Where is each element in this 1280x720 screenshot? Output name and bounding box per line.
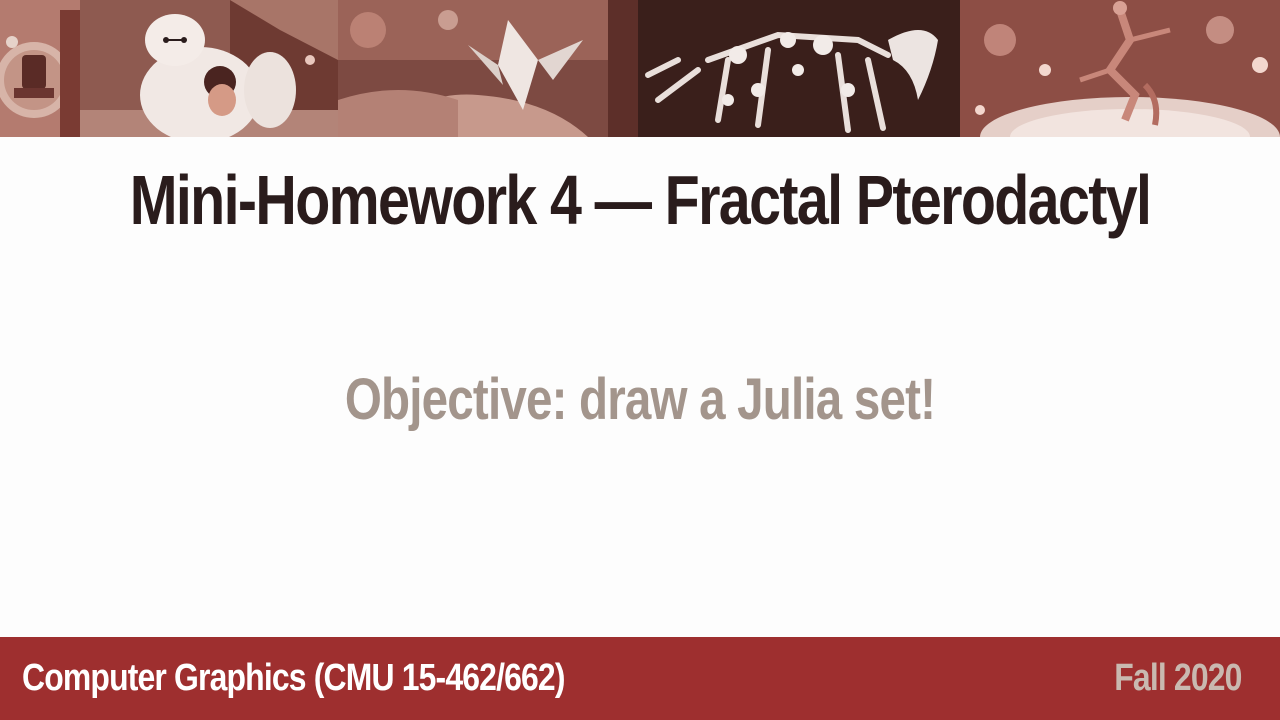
footer-term: Fall 2020 bbox=[1114, 657, 1243, 699]
banner-photo-mechanical-pterodactyl bbox=[638, 0, 960, 137]
header-photo-banner bbox=[0, 0, 1280, 137]
footer-bar: Computer Graphics (CMU 15-462/662) Fall … bbox=[0, 637, 1280, 720]
footer-course-name: Computer Graphics (CMU 15-462/662) bbox=[22, 657, 565, 699]
banner-photo-origami-crane bbox=[338, 0, 638, 137]
slide-objective: Objective: draw a Julia set! bbox=[344, 367, 936, 432]
slide: Mini-Homework 4 — Fractal Pterodactyl Ob… bbox=[0, 0, 1280, 720]
slide-title: Mini-Homework 4 — Fractal Pterodactyl bbox=[129, 161, 1152, 239]
banner-photo-dancer-stage bbox=[960, 0, 1280, 137]
banner-photo-robot-toy bbox=[0, 0, 80, 137]
banner-photo-baymax bbox=[80, 0, 338, 137]
